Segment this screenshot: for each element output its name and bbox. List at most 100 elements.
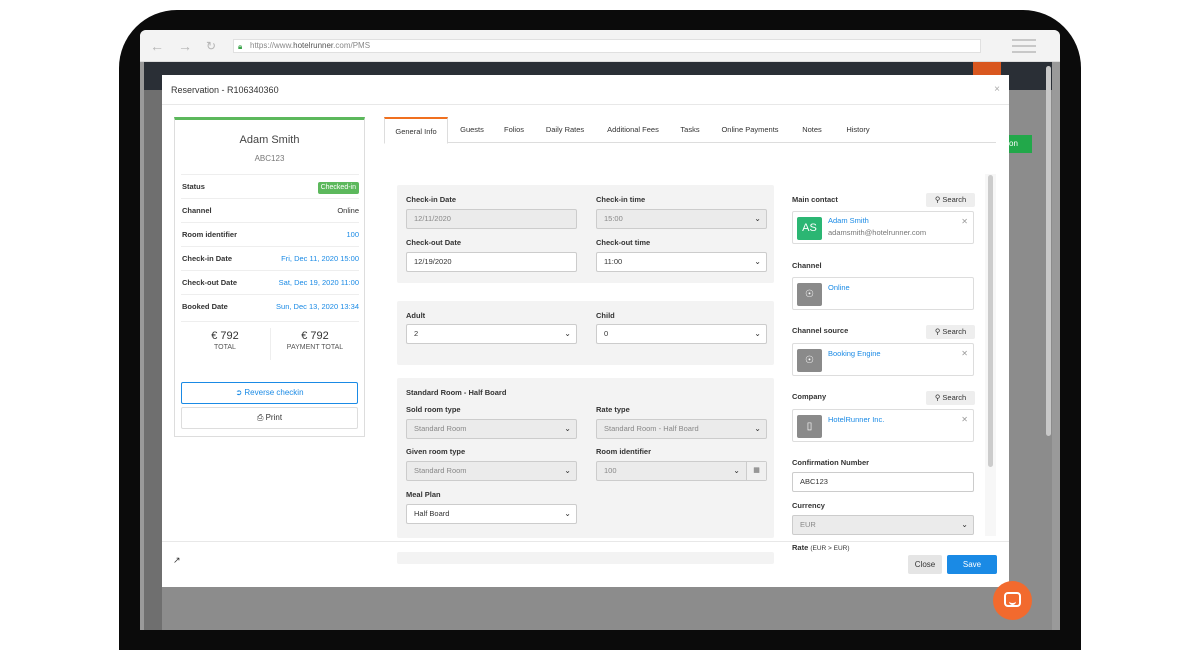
summary-row-booked: Booked Date Sun, Dec 13, 2020 13:34 bbox=[181, 294, 359, 318]
tab-notes[interactable]: Notes bbox=[792, 117, 832, 143]
meal-plan-select[interactable]: Half Board ⌄ bbox=[406, 504, 577, 524]
chevron-down-icon: ⌄ bbox=[564, 466, 571, 475]
room-grid-icon[interactable]: ▦ bbox=[746, 462, 766, 480]
channel-box: ☉ Online bbox=[792, 277, 974, 310]
checkin-date-field[interactable]: 12/11/2020 bbox=[406, 209, 577, 229]
tab-history[interactable]: History bbox=[836, 117, 880, 143]
checkin-time-value: 15:00 bbox=[604, 214, 623, 223]
tab-additional-fees[interactable]: Additional Fees bbox=[598, 117, 668, 143]
close-icon[interactable]: ✕ bbox=[961, 415, 968, 424]
sold-room-type-select[interactable]: Standard Room ⌄ bbox=[406, 419, 577, 439]
guest-name: Adam Smith bbox=[239, 134, 300, 146]
company-search-button[interactable]: ⚲ Search bbox=[926, 391, 975, 405]
arrow-left-icon[interactable]: ← bbox=[150, 38, 164, 54]
tab-online-payments[interactable]: Online Payments bbox=[712, 117, 788, 143]
external-link-icon[interactable]: ↗ bbox=[173, 555, 181, 566]
reservation-modal: Reservation - R106340360 × Adam Smith AB… bbox=[162, 75, 1009, 587]
search-label: Search bbox=[942, 195, 967, 204]
chevron-down-icon: ⌄ bbox=[961, 520, 968, 529]
adult-value: 2 bbox=[414, 329, 419, 338]
checkout-date-field[interactable]: 12/19/2020 bbox=[406, 252, 577, 272]
tab-folios[interactable]: Folios bbox=[496, 117, 532, 143]
company-link[interactable]: HotelRunner Inc. bbox=[828, 415, 884, 424]
channel-source-link[interactable]: Booking Engine bbox=[828, 349, 881, 358]
rate-type-select[interactable]: Standard Room - Half Board ⌄ bbox=[596, 419, 767, 439]
page-scrollbar[interactable] bbox=[1046, 66, 1051, 436]
arrow-right-icon[interactable]: → bbox=[178, 38, 192, 54]
chevron-down-icon: ⌄ bbox=[564, 509, 571, 518]
search-icon: ⚲ bbox=[934, 195, 941, 204]
app-status-tag: on bbox=[1006, 135, 1032, 153]
chevron-down-icon: ⌄ bbox=[754, 329, 761, 338]
chevron-down-icon: ⌄ bbox=[564, 329, 571, 338]
checkout-date-link[interactable]: Sat, Dec 19, 2020 11:00 bbox=[279, 271, 359, 295]
adult-select[interactable]: 2 ⌄ bbox=[406, 324, 577, 344]
currency-select[interactable]: EUR ⌄ bbox=[792, 515, 974, 535]
reverse-checkin-button[interactable]: ➲ Reverse checkin bbox=[181, 382, 358, 404]
tab-guests[interactable]: Guests bbox=[452, 117, 492, 143]
checkin-date-label: Check-in Date bbox=[406, 195, 457, 204]
print-icon: ⎙ bbox=[256, 413, 264, 422]
url-bar[interactable]: 🔒︎ https://www.hotelrunner.com/PMS bbox=[233, 39, 981, 53]
summary-row-checkout: Check-out Date Sat, Dec 19, 2020 11:00 bbox=[181, 270, 359, 294]
chevron-down-icon: ⌄ bbox=[733, 466, 740, 475]
currency-value: EUR bbox=[800, 520, 816, 529]
modal-footer: ↗ Close Save bbox=[162, 541, 1009, 587]
checkout-date-value: 12/19/2020 bbox=[414, 257, 452, 266]
close-button[interactable]: Close bbox=[908, 555, 942, 574]
status-badge: Checked-in bbox=[317, 182, 359, 194]
tab-daily-rates[interactable]: Daily Rates bbox=[536, 117, 594, 143]
sold-room-type-value: Standard Room bbox=[414, 424, 467, 433]
print-button[interactable]: ⎙ Print bbox=[181, 407, 358, 429]
checkin-date-value: 12/11/2020 bbox=[414, 214, 451, 223]
rate-type-value: Standard Room - Half Board bbox=[604, 424, 699, 433]
summary-row-checkin: Check-in Date Fri, Dec 11, 2020 15:00 bbox=[181, 246, 359, 270]
building-icon: ▯ bbox=[797, 415, 822, 438]
channel-source-search-button[interactable]: ⚲ Search bbox=[926, 325, 975, 339]
close-icon[interactable]: ✕ bbox=[961, 217, 968, 226]
meal-plan-value: Half Board bbox=[414, 509, 450, 518]
tab-label: Additional Fees bbox=[607, 125, 659, 134]
browser-bar: ← → ↻ 🔒︎ https://www.hotelrunner.com/PMS bbox=[140, 30, 1060, 62]
dates-pane: Check-in Date 12/11/2020 Check-in time 1… bbox=[397, 185, 774, 283]
checkin-time-select[interactable]: 15:00 ⌄ bbox=[596, 209, 767, 229]
chevron-down-icon: ⌄ bbox=[564, 424, 571, 433]
url-suffix: .com/PMS bbox=[333, 41, 371, 50]
tab-general-info[interactable]: General Info bbox=[384, 117, 448, 144]
close-icon[interactable]: × bbox=[994, 84, 1000, 95]
channel-link[interactable]: Online bbox=[828, 283, 850, 292]
child-select[interactable]: 0 ⌄ bbox=[596, 324, 767, 344]
chat-icon bbox=[1004, 592, 1021, 607]
checkout-time-select[interactable]: 11:00 ⌄ bbox=[596, 252, 767, 272]
given-room-type-select[interactable]: Standard Room ⌄ bbox=[406, 461, 577, 481]
room-pane: Standard Room - Half Board Sold room typ… bbox=[397, 378, 774, 538]
main-contact-search-button[interactable]: ⚲ Search bbox=[926, 193, 975, 207]
adult-label: Adult bbox=[406, 311, 426, 320]
avatar: AS bbox=[797, 217, 822, 240]
confirmation-number-field[interactable]: ABC123 bbox=[792, 472, 974, 492]
chat-button[interactable] bbox=[993, 581, 1032, 620]
summary-key: Check-out Date bbox=[182, 278, 238, 287]
summary-key: Room identifier bbox=[182, 230, 238, 239]
chevron-down-icon: ⌄ bbox=[754, 214, 761, 223]
rate-type-label: Rate type bbox=[596, 405, 630, 414]
tab-tasks[interactable]: Tasks bbox=[672, 117, 708, 143]
reverse-checkin-label: Reverse checkin bbox=[244, 388, 304, 397]
menu-icon[interactable] bbox=[1012, 39, 1036, 57]
room-identifier-select[interactable]: 100 ⌄ ▦ bbox=[596, 461, 767, 481]
contact-email: adamsmith@hotelrunner.com bbox=[828, 228, 927, 237]
checkin-date-link[interactable]: Fri, Dec 11, 2020 15:00 bbox=[281, 247, 359, 271]
close-icon[interactable]: ✕ bbox=[961, 349, 968, 358]
summary-key: Booked Date bbox=[182, 302, 228, 311]
url-prefix: https://www. bbox=[250, 41, 294, 50]
summary-value: Online bbox=[337, 206, 359, 215]
sold-room-type-label: Sold room type bbox=[406, 405, 461, 414]
summary-key: Check-in Date bbox=[182, 254, 233, 263]
company-label: Company bbox=[792, 392, 827, 401]
booked-date-link[interactable]: Sun, Dec 13, 2020 13:34 bbox=[276, 295, 359, 319]
save-button[interactable]: Save bbox=[947, 555, 997, 574]
room-identifier-link[interactable]: 100 bbox=[346, 223, 359, 247]
reload-icon[interactable]: ↻ bbox=[206, 39, 216, 53]
form-scrollbar[interactable] bbox=[988, 175, 993, 467]
contact-name-link[interactable]: Adam Smith bbox=[828, 216, 869, 225]
